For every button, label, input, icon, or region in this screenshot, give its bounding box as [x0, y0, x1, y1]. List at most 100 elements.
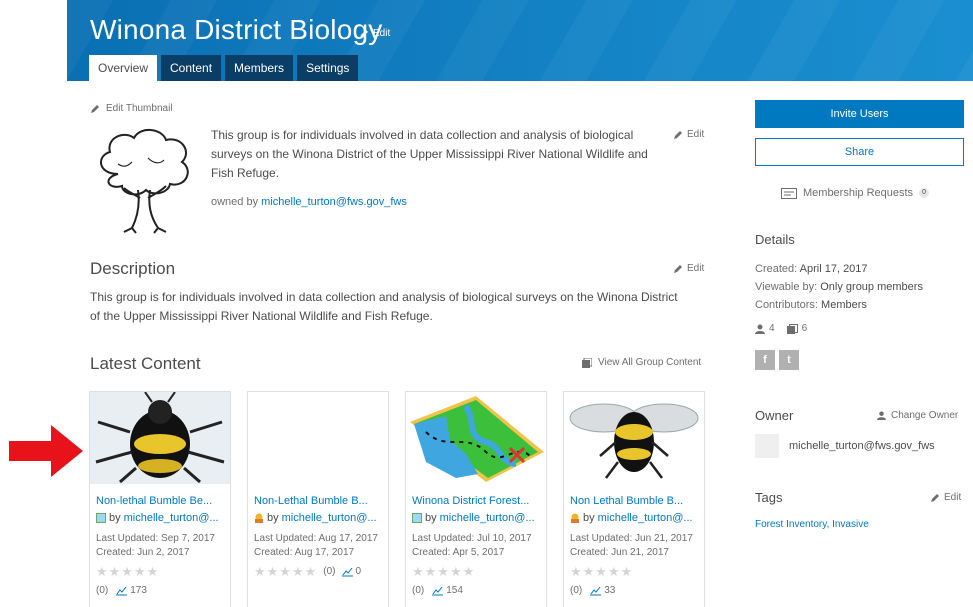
card-dates: Last Updated: Sep 7, 2017 Created: Jun 2…	[96, 532, 226, 598]
card-dates: Last Updated: Jun 21, 2017 Created: Jun …	[570, 532, 700, 598]
social-share: f t	[755, 350, 799, 370]
change-owner-button[interactable]: Change Owner	[877, 410, 958, 421]
card-owner-line: by michelle_turton@...	[412, 512, 535, 524]
edit-thumbnail-button[interactable]: Edit Thumbnail	[90, 103, 173, 114]
pencil-icon	[674, 130, 682, 139]
content-card[interactable]: Non-Lethal Bumble B... by michelle_turto…	[247, 391, 389, 607]
tags-list[interactable]: Forest Inventory, Invasive	[755, 519, 869, 530]
item-count-group[interactable]: 6	[786, 323, 807, 334]
membership-icon	[781, 187, 797, 199]
view-all-icon	[582, 357, 592, 368]
member-count: 4	[769, 323, 775, 334]
group-banner: Winona District Biology Edit Overview Co…	[67, 0, 973, 81]
card-title[interactable]: Non Lethal Bumble B...	[570, 495, 683, 507]
summary-edit-button[interactable]: Edit	[673, 129, 704, 140]
tab-members[interactable]: Members	[225, 55, 294, 81]
red-arrow	[9, 425, 83, 477]
card-owner[interactable]: michelle_turton@...	[598, 512, 693, 524]
card-rating-count: (0)	[570, 585, 583, 596]
content-card[interactable]: Winona District Forest... by michelle_tu…	[405, 391, 547, 607]
owner-name-link[interactable]: michelle_turton@fws.gov_fws	[789, 440, 935, 452]
owned-by: owned by michelle_turton@fws.gov_fws	[211, 196, 407, 208]
membership-requests-count: 0	[919, 188, 930, 198]
created-value: April 17, 2017	[799, 263, 868, 275]
description-edit-button[interactable]: Edit	[673, 263, 704, 274]
card-rating-stars[interactable]: ★★★★★	[570, 565, 700, 579]
bumble-bee-thumbnail[interactable]	[90, 392, 230, 484]
card-rating-stars[interactable]: ★★★★★	[412, 565, 542, 579]
card-owner[interactable]: michelle_turton@...	[440, 512, 535, 524]
title-edit-button[interactable]: Edit	[359, 28, 390, 39]
summary-edit-label: Edit	[687, 129, 705, 140]
description-text: This group is for individuals involved i…	[90, 290, 678, 323]
map-item-icon	[412, 513, 422, 523]
card-views-count: 33	[604, 585, 616, 596]
view-all-content-link[interactable]: View All Group Content	[582, 357, 701, 368]
membership-requests-label: Membership Requests	[803, 187, 914, 199]
card-by: by	[583, 512, 595, 524]
group-tabs: Overview Content Members Settings	[89, 55, 359, 81]
title-edit-label: Edit	[373, 28, 391, 39]
created-label: Created:	[755, 263, 798, 275]
card-views: 154	[432, 584, 463, 598]
latest-content-heading: Latest Content	[90, 354, 201, 373]
card-by: by	[425, 512, 437, 524]
tree-thumbnail	[100, 129, 189, 234]
tags-edit-label: Edit	[944, 492, 962, 503]
forest-map-thumbnail[interactable]	[406, 392, 546, 484]
contributors-label: Contributors:	[755, 299, 818, 311]
views-icon	[590, 586, 602, 595]
card-rating-stars[interactable]: ★★★★★	[254, 565, 317, 579]
card-title[interactable]: Non-Lethal Bumble B...	[254, 495, 368, 507]
owned-by-prefix: owned by	[211, 196, 259, 208]
card-rating-count: (0)	[96, 585, 109, 596]
tab-overview[interactable]: Overview	[89, 55, 158, 81]
card-owner-line: by michelle_turton@...	[254, 512, 377, 524]
group-summary: This group is for individuals involved i…	[211, 128, 648, 180]
content-card[interactable]: Non Lethal Bumble B... by michelle_turto…	[563, 391, 705, 607]
membership-requests-link[interactable]: Membership Requests 0	[781, 187, 930, 199]
owner-heading: Owner	[755, 408, 794, 423]
twitter-icon[interactable]: t	[779, 350, 799, 370]
card-by: by	[109, 512, 121, 524]
description-edit-label: Edit	[687, 263, 705, 274]
content-card[interactable]: Non-lethal Bumble Be... by michelle_turt…	[89, 391, 231, 607]
card-stats: ★★★★★ (0) 0	[254, 565, 384, 579]
card-title[interactable]: Non-lethal Bumble Be...	[96, 495, 212, 507]
card-views-count: 154	[446, 585, 463, 596]
card-stats: (0) 154	[412, 584, 542, 598]
card-created: Created: Jun 2, 2017	[96, 547, 190, 558]
owner-link[interactable]: michelle_turton@fws.gov_fws	[261, 196, 407, 208]
invite-users-button[interactable]: Invite Users	[755, 100, 964, 128]
card-stats: (0) 33	[570, 584, 700, 598]
bumble-bee-thumbnail[interactable]	[564, 392, 704, 484]
card-updated: Last Updated: Sep 7, 2017	[96, 533, 215, 544]
detail-contributors: Contributors: Members	[755, 296, 923, 314]
card-owner[interactable]: michelle_turton@...	[124, 512, 219, 524]
tab-content[interactable]: Content	[161, 55, 222, 81]
edit-thumbnail-label: Edit Thumbnail	[106, 103, 173, 114]
blank-thumbnail[interactable]	[248, 392, 388, 484]
tab-settings[interactable]: Settings	[297, 55, 359, 81]
avatar	[755, 434, 779, 458]
card-rating-stars[interactable]: ★★★★★	[96, 565, 226, 579]
tags-edit-button[interactable]: Edit	[930, 492, 961, 503]
pencil-icon	[931, 493, 939, 502]
card-owner[interactable]: michelle_turton@...	[282, 512, 377, 524]
pencil-icon	[360, 29, 368, 38]
facebook-icon[interactable]: f	[755, 350, 775, 370]
survey-item-icon	[571, 513, 579, 523]
tags-heading: Tags	[755, 490, 783, 505]
description-heading: Description	[90, 259, 176, 278]
map-item-icon	[96, 513, 106, 523]
card-views-count: 0	[355, 566, 362, 577]
member-count-group[interactable]: 4	[755, 323, 775, 334]
views-icon	[341, 567, 353, 576]
detail-created: Created: April 17, 2017	[755, 260, 923, 278]
card-stats: (0) 173	[96, 584, 226, 598]
user-icon	[877, 411, 886, 420]
card-title[interactable]: Winona District Forest...	[412, 495, 529, 507]
change-owner-label: Change Owner	[891, 410, 959, 421]
card-views: 173	[116, 584, 147, 598]
share-button[interactable]: Share	[755, 138, 964, 166]
